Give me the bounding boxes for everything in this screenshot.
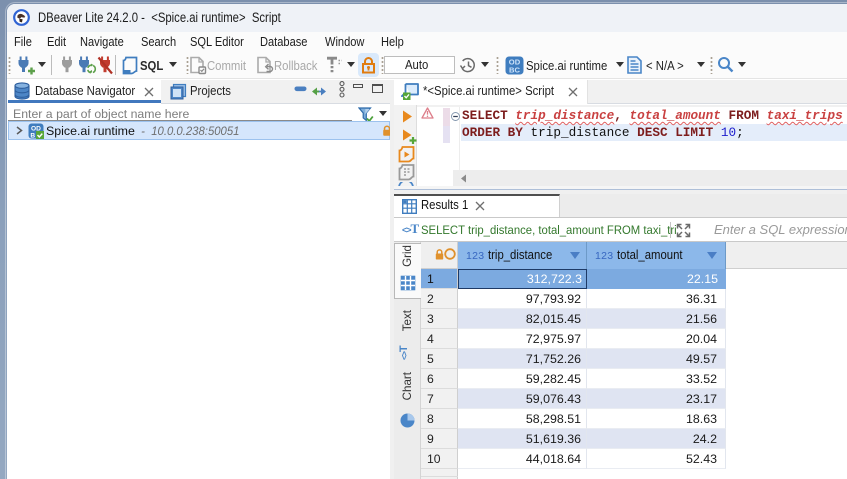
svg-text:BC: BC xyxy=(509,65,520,74)
svg-text:B: B xyxy=(30,132,35,139)
